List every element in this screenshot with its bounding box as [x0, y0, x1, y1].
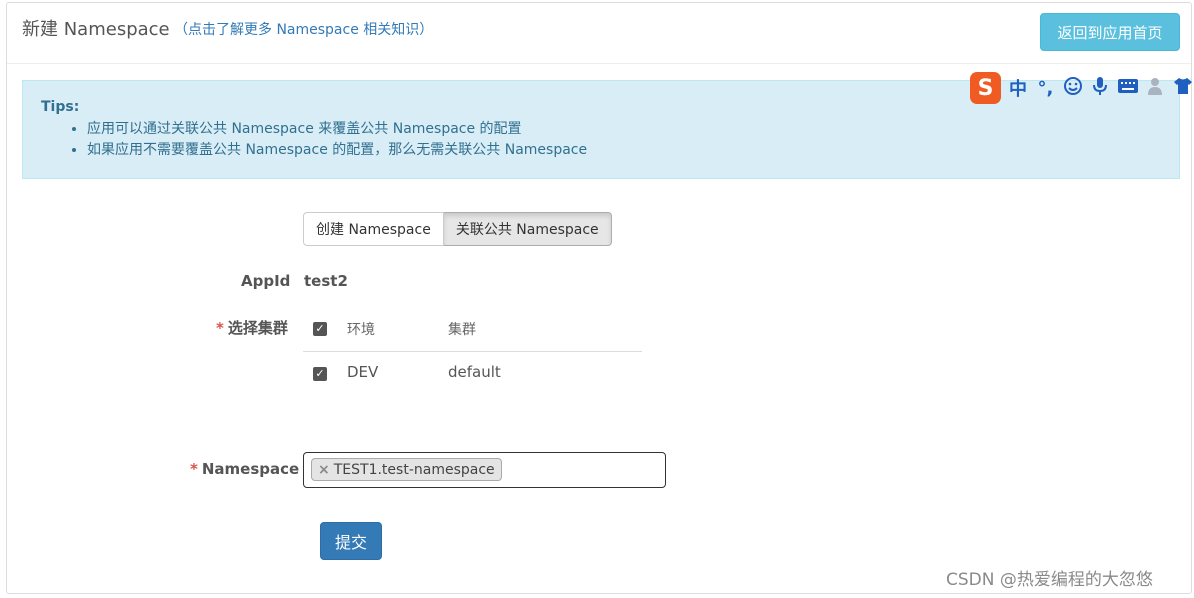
remove-chip-icon[interactable]: × — [318, 462, 330, 478]
namespace-type-toggle: 创建 Namespace 关联公共 Namespace — [303, 212, 612, 246]
env-column-header: 环境 — [347, 322, 375, 338]
cluster-row-env: DEV — [347, 363, 379, 381]
microphone-icon[interactable] — [1090, 76, 1111, 101]
tips-list: 应用可以通过关联公共 Namespace 来覆盖公共 Namespace 的配置… — [41, 119, 1161, 161]
keyboard-icon[interactable] — [1117, 78, 1139, 99]
cluster-row-checkbox[interactable]: ✓ — [313, 367, 327, 381]
watermark: CSDN @热爱编程的大忽悠 — [946, 570, 1153, 590]
namespace-label: * Namespace — [190, 460, 300, 478]
punctuation-toggle[interactable]: °, — [1035, 78, 1056, 99]
tips-item: 如果应用不需要覆盖公共 Namespace 的配置，那么无需关联公共 Names… — [87, 140, 1161, 161]
tab-associate-public-namespace[interactable]: 关联公共 Namespace — [443, 212, 612, 246]
ime-mode-toggle[interactable]: 中 — [1007, 75, 1028, 101]
user-icon[interactable] — [1145, 76, 1166, 101]
required-marker: * — [216, 319, 224, 337]
panel-header: 新建 Namespace （点击了解更多 Namespace 相关知识） 返回到… — [7, 3, 1191, 64]
table-divider — [303, 351, 642, 352]
select-all-checkbox[interactable]: ✓ — [313, 322, 327, 336]
cluster-column-header: 集群 — [448, 322, 476, 338]
page-title: 新建 Namespace — [22, 19, 170, 40]
appid-value: test2 — [304, 272, 348, 290]
shirt-icon[interactable] — [1173, 77, 1194, 100]
required-marker: * — [190, 460, 198, 478]
tab-create-namespace[interactable]: 创建 Namespace — [303, 212, 444, 246]
namespace-chip-label: TEST1.test-namespace — [333, 461, 495, 478]
appid-label: AppId — [241, 272, 291, 290]
tips-item: 应用可以通过关联公共 Namespace 来覆盖公共 Namespace 的配置 — [87, 119, 1161, 140]
cluster-label: * 选择集群 — [216, 319, 288, 337]
namespace-help-link[interactable]: （点击了解更多 Namespace 相关知识） — [174, 19, 433, 39]
namespace-chip: × TEST1.test-namespace — [311, 458, 502, 481]
submit-button[interactable]: 提交 — [320, 522, 382, 560]
ime-toolbar: S 中 °, — [966, 71, 1194, 105]
sogou-logo-icon[interactable]: S — [970, 72, 1002, 104]
cluster-row-cluster: default — [448, 363, 501, 381]
namespace-select-input[interactable]: × TEST1.test-namespace — [303, 452, 666, 488]
back-to-app-button[interactable]: 返回到应用首页 — [1040, 13, 1180, 51]
smiley-icon[interactable] — [1062, 76, 1083, 101]
